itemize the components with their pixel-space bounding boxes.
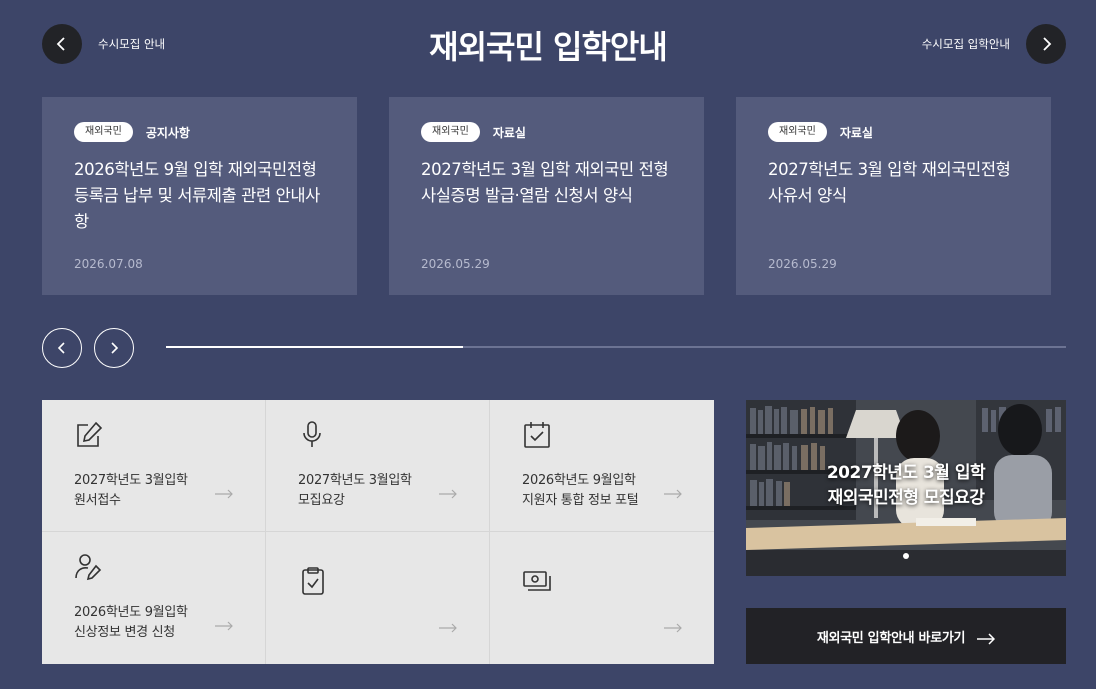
quick-link-item[interactable]: [490, 532, 714, 664]
quick-link-label-line1: 2027학년도 3월입학: [298, 473, 412, 488]
banner-pagination-dot[interactable]: [903, 553, 909, 559]
notice-date: 2026.05.29: [768, 257, 837, 271]
notice-card[interactable]: 재외국민 자료실 2027학년도 3월 입학 재외국민전형 사유서 양식 202…: [736, 97, 1051, 295]
clipboard-check-icon: [298, 566, 328, 596]
quick-link-label-line1: 2026학년도 9월입학: [522, 473, 636, 488]
notice-tag: 재외국민: [74, 122, 133, 142]
calendar-check-icon: [522, 420, 552, 450]
admission-shortcut-button[interactable]: 재외국민 입학안내 바로가기: [746, 608, 1066, 664]
arrow-right-icon: [215, 484, 233, 499]
microphone-icon: [298, 420, 328, 450]
arrow-right-icon: [664, 618, 682, 633]
quick-link-item[interactable]: 2026학년도 9월입학 지원자 통합 정보 포털: [490, 400, 714, 532]
notice-category: 자료실: [839, 125, 873, 140]
slider-prev-button[interactable]: [42, 328, 82, 368]
slider-progress-fill: [166, 346, 463, 348]
quick-link-item[interactable]: 2026학년도 9월입학 신상정보 변경 신청: [42, 532, 266, 664]
notice-category: 공지사항: [145, 125, 190, 140]
next-page-button[interactable]: [1026, 24, 1066, 64]
quick-link-label-line2: 지원자 통합 정보 포털: [522, 493, 639, 508]
arrow-right-icon: [439, 484, 457, 499]
notice-date: 2026.05.29: [421, 257, 490, 271]
chevron-right-icon: [1043, 37, 1052, 51]
banner-title-line1: 2027학년도 3월 입학: [826, 463, 986, 483]
banner-title-line2: 재외국민전형 모집요강: [827, 488, 985, 508]
arrow-right-icon: [215, 616, 233, 631]
quick-link-label-line2: 모집요강: [298, 493, 345, 508]
arrow-right-icon: [439, 618, 457, 633]
quick-links-grid: 2027학년도 3월입학 원서접수 2027학년도 3월입학 모집요강 2026…: [42, 400, 714, 664]
edit-document-icon: [74, 420, 104, 450]
notice-card[interactable]: 재외국민 자료실 2027학년도 3월 입학 재외국민 전형 사실증명 발급·열…: [389, 97, 704, 295]
promo-banner[interactable]: 2027학년도 3월 입학 재외국민전형 모집요강: [746, 400, 1066, 576]
quick-link-label-line1: 2026학년도 9월입학: [74, 605, 188, 620]
slider-progress-bar: [166, 346, 1066, 348]
quick-link-label-line2: 원서접수: [74, 493, 121, 508]
quick-link-item[interactable]: 2027학년도 3월입학 모집요강: [266, 400, 490, 532]
next-page-link[interactable]: 수시모집 입학안내: [922, 36, 1010, 52]
arrow-right-icon: [977, 630, 996, 645]
quick-link-label-line1: 2027학년도 3월입학: [74, 473, 188, 488]
money-bill-icon: [522, 566, 552, 596]
arrow-right-icon: [664, 484, 682, 499]
notice-tag: 재외국민: [768, 122, 827, 142]
user-edit-icon: [74, 552, 104, 582]
page-header: 수시모집 안내 재외국민 입학안내 수시모집 입학안내: [0, 0, 1096, 90]
notice-card[interactable]: 재외국민 공지사항 2026학년도 9월 입학 재외국민전형 등록금 납부 및 …: [42, 97, 357, 295]
notice-date: 2026.07.08: [74, 257, 143, 271]
notice-tag: 재외국민: [421, 122, 480, 142]
quick-link-item[interactable]: 2027학년도 3월입학 원서접수: [42, 400, 266, 532]
shortcut-button-label: 재외국민 입학안내 바로가기: [816, 630, 966, 646]
notice-category: 자료실: [492, 125, 526, 140]
slider-next-button[interactable]: [94, 328, 134, 368]
notice-title[interactable]: 2027학년도 3월 입학 재외국민 전형 사실증명 발급·열람 신청서 양식: [421, 157, 672, 237]
quick-link-label-line2: 신상정보 변경 신청: [74, 625, 175, 640]
notice-title[interactable]: 2026학년도 9월 입학 재외국민전형 등록금 납부 및 서류제출 관련 안내…: [74, 157, 325, 237]
chevron-left-icon: [57, 342, 65, 354]
chevron-right-icon: [111, 342, 119, 354]
notice-title[interactable]: 2027학년도 3월 입학 재외국민전형 사유서 양식: [768, 157, 1019, 237]
quick-link-item[interactable]: [266, 532, 490, 664]
